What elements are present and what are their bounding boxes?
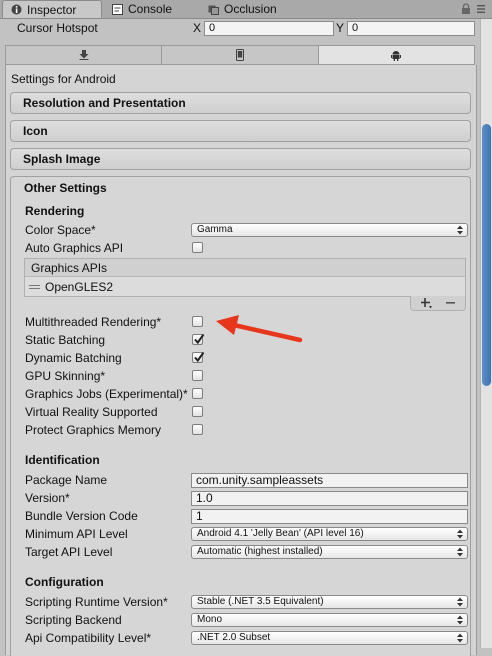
dynamic-batching-checkbox[interactable]: [192, 351, 205, 363]
scripting-runtime-version-label: Scripting Runtime Version*: [25, 595, 168, 609]
scripting-backend-value: Mono: [197, 614, 223, 625]
platform-tab-standalone[interactable]: [6, 46, 163, 64]
bundle-version-code-label: Bundle Version Code: [25, 509, 138, 523]
checkmark-icon: [194, 333, 205, 345]
color-space-dropdown[interactable]: Gamma: [191, 223, 468, 237]
dropdown-arrows-icon: [457, 633, 463, 643]
checkmark-icon: [194, 351, 205, 363]
virtual-reality-supported-checkbox[interactable]: [192, 406, 203, 417]
info-icon: [11, 4, 22, 15]
api-compatibility-level-value: .NET 2.0 Subset: [197, 632, 271, 643]
static-batching-label: Static Batching: [25, 333, 106, 347]
multithreaded-rendering-label: Multithreaded Rendering*: [25, 315, 162, 329]
cursor-hotspot-y-field[interactable]: 0: [347, 21, 475, 36]
dropdown-arrows-icon: [457, 225, 463, 235]
multithreaded-rendering-checkbox[interactable]: [192, 316, 203, 327]
mobile-icon: [235, 49, 244, 61]
section-icon[interactable]: Icon: [10, 120, 471, 142]
bundle-version-code-field[interactable]: 1: [191, 509, 468, 524]
gpu-skinning-label: GPU Skinning*: [25, 369, 106, 383]
api-compatibility-level-label: Api Compatibility Level*: [25, 631, 152, 645]
console-icon: [112, 3, 123, 15]
y-label: Y: [336, 21, 345, 35]
cursor-hotspot-label: Cursor Hotspot: [17, 21, 98, 35]
settings-title: Settings for Android: [11, 72, 116, 86]
dynamic-batching-label: Dynamic Batching: [25, 351, 122, 365]
tab-inspector[interactable]: Inspector: [2, 0, 102, 18]
scripting-runtime-version-value: Stable (.NET 3.5 Equivalent): [197, 596, 324, 607]
tab-label: Console: [128, 2, 173, 16]
version-label: Version*: [25, 491, 70, 505]
section-resolution-and-presentation[interactable]: Resolution and Presentation: [10, 92, 471, 114]
window-tab-bar: Inspector Console Occlusion: [0, 0, 492, 19]
platform-tab-android[interactable]: [318, 46, 474, 64]
menu-icon[interactable]: [476, 4, 486, 14]
configuration-header: Configuration: [25, 575, 104, 589]
api-compatibility-level-dropdown[interactable]: .NET 2.0 Subset: [191, 631, 468, 645]
dropdown-arrows-icon: [457, 529, 463, 539]
remove-icon[interactable]: [446, 302, 455, 304]
package-name-label: Package Name: [25, 473, 108, 487]
tab-console[interactable]: Console: [104, 0, 204, 18]
scrollbar-thumb[interactable]: [482, 124, 491, 386]
tab-label: Inspector: [27, 2, 77, 17]
cursor-hotspot-x-field[interactable]: 0: [204, 21, 334, 36]
download-icon: [79, 50, 89, 60]
static-batching-checkbox[interactable]: [192, 333, 205, 345]
color-space-value: Gamma: [197, 224, 233, 235]
minimum-api-level-value: Android 4.1 'Jelly Bean' (API level 16): [197, 528, 364, 539]
android-icon: [391, 50, 402, 61]
section-other-settings[interactable]: Other Settings: [24, 181, 107, 195]
scripting-runtime-version-dropdown[interactable]: Stable (.NET 3.5 Equivalent): [191, 595, 468, 609]
auto-graphics-api-checkbox[interactable]: [192, 242, 203, 253]
version-field[interactable]: 1.0: [191, 491, 468, 506]
target-api-level-dropdown[interactable]: Automatic (highest installed): [191, 545, 468, 559]
minimum-api-level-dropdown[interactable]: Android 4.1 'Jelly Bean' (API level 16): [191, 527, 468, 541]
graphics-apis-footer: [410, 296, 466, 311]
protect-graphics-memory-checkbox[interactable]: [192, 424, 203, 435]
identification-header: Identification: [25, 453, 100, 467]
minimum-api-level-label: Minimum API Level: [25, 527, 128, 541]
graphics-apis-list: Graphics APIs OpenGLES2: [24, 258, 466, 297]
platform-tabs: [5, 45, 475, 65]
dropdown-arrows-icon: [457, 597, 463, 607]
gpu-skinning-checkbox[interactable]: [192, 370, 203, 381]
color-space-label: Color Space*: [25, 223, 96, 237]
dropdown-arrows-icon: [457, 547, 463, 557]
protect-graphics-memory-label: Protect Graphics Memory: [25, 423, 162, 437]
scripting-backend-dropdown[interactable]: Mono: [191, 613, 468, 627]
graphics-api-item: OpenGLES2: [45, 280, 114, 294]
target-api-level-value: Automatic (highest installed): [197, 546, 323, 557]
annotation-arrow-icon: [216, 315, 303, 343]
add-icon[interactable]: [421, 298, 433, 309]
list-item[interactable]: OpenGLES2: [25, 278, 465, 296]
graphics-jobs-checkbox[interactable]: [192, 388, 203, 399]
tab-label: Occlusion: [224, 2, 277, 16]
section-splash-image[interactable]: Splash Image: [10, 148, 471, 170]
x-label: X: [193, 21, 202, 35]
scripting-backend-label: Scripting Backend: [25, 613, 122, 627]
rendering-header: Rendering: [25, 204, 85, 218]
drag-handle-icon[interactable]: [29, 285, 40, 290]
dropdown-arrows-icon: [457, 615, 463, 625]
tab-occlusion[interactable]: Occlusion: [200, 0, 310, 18]
platform-tab-ios[interactable]: [162, 46, 319, 64]
target-api-level-label: Target API Level: [25, 545, 113, 559]
lock-icon[interactable]: [461, 3, 471, 15]
graphics-jobs-label: Graphics Jobs (Experimental)*: [25, 387, 188, 401]
virtual-reality-supported-label: Virtual Reality Supported: [25, 405, 158, 419]
package-name-field[interactable]: com.unity.sampleassets: [191, 473, 468, 488]
graphics-apis-header: Graphics APIs: [25, 259, 465, 277]
auto-graphics-api-label: Auto Graphics API: [25, 241, 124, 255]
occlusion-icon: [208, 5, 219, 15]
